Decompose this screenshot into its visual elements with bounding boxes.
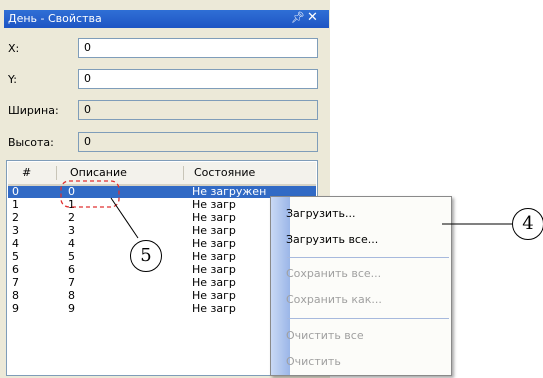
callout-4: 4 <box>512 208 543 240</box>
callout-lines <box>110 197 512 239</box>
callout-5: 5 <box>130 240 162 272</box>
